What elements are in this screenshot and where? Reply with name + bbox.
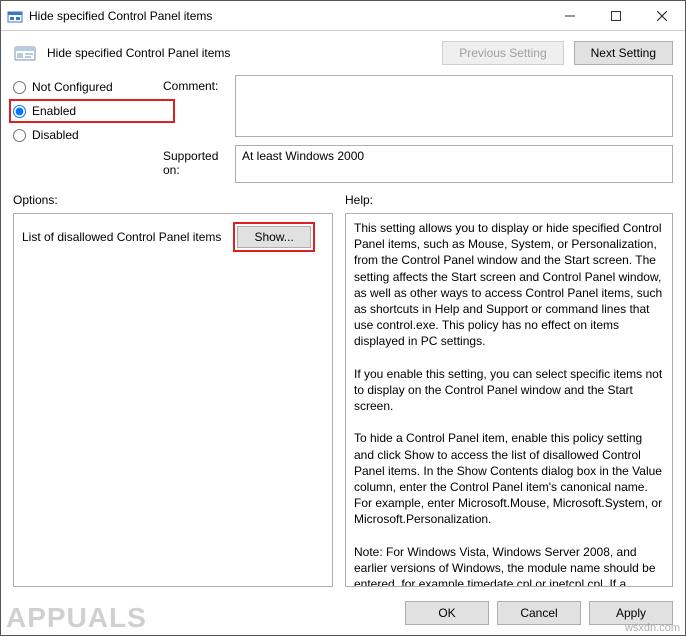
options-label: Options: — [13, 189, 333, 213]
radio-enabled[interactable]: Enabled — [13, 103, 76, 119]
fields-col: Comment: Supported on: At least Windows … — [163, 75, 673, 183]
show-button[interactable]: Show... — [237, 226, 310, 248]
policy-name: Hide specified Control Panel items — [47, 46, 230, 60]
help-column: Help: This setting allows you to display… — [345, 189, 673, 587]
radio-disabled-input[interactable] — [13, 129, 26, 142]
highlight-show: Show... — [233, 222, 314, 252]
supported-label: Supported on: — [163, 145, 235, 177]
policy-header: Hide specified Control Panel items Previ… — [1, 31, 685, 71]
radio-not-configured-input[interactable] — [13, 81, 26, 94]
option-item-label: List of disallowed Control Panel items — [22, 230, 221, 244]
lower-section: Options: List of disallowed Control Pane… — [1, 183, 685, 593]
previous-setting-button: Previous Setting — [442, 41, 563, 65]
minimize-button[interactable] — [547, 1, 593, 31]
options-column: Options: List of disallowed Control Pane… — [13, 189, 333, 587]
radio-enabled-input[interactable] — [13, 105, 26, 118]
apply-button[interactable]: Apply — [589, 601, 673, 625]
highlight-enabled: Enabled — [9, 99, 175, 123]
radio-not-configured[interactable]: Not Configured — [13, 79, 153, 95]
radio-not-configured-label: Not Configured — [32, 80, 113, 94]
supported-on-value: At least Windows 2000 — [235, 145, 673, 183]
window: Hide specified Control Panel items Hide … — [0, 0, 686, 636]
option-row: List of disallowed Control Panel items S… — [22, 222, 324, 252]
window-title: Hide specified Control Panel items — [29, 9, 212, 23]
comment-input[interactable] — [235, 75, 673, 137]
config-section: Not Configured Enabled Disabled Comment:… — [1, 71, 685, 183]
policy-icon — [13, 41, 37, 65]
radio-disabled[interactable]: Disabled — [13, 127, 153, 143]
maximize-button[interactable] — [593, 1, 639, 31]
titlebar: Hide specified Control Panel items — [1, 1, 685, 31]
next-setting-button[interactable]: Next Setting — [574, 41, 673, 65]
comment-label: Comment: — [163, 75, 235, 93]
help-text[interactable]: This setting allows you to display or hi… — [345, 213, 673, 587]
cancel-button[interactable]: Cancel — [497, 601, 581, 625]
ok-button[interactable]: OK — [405, 601, 489, 625]
options-box: List of disallowed Control Panel items S… — [13, 213, 333, 587]
radio-disabled-label: Disabled — [32, 128, 79, 142]
state-radio-group: Not Configured Enabled Disabled — [13, 75, 153, 183]
radio-enabled-label: Enabled — [32, 104, 76, 118]
close-button[interactable] — [639, 1, 685, 31]
help-label: Help: — [345, 189, 673, 213]
footer: OK Cancel Apply — [1, 593, 685, 635]
app-icon — [7, 8, 23, 24]
